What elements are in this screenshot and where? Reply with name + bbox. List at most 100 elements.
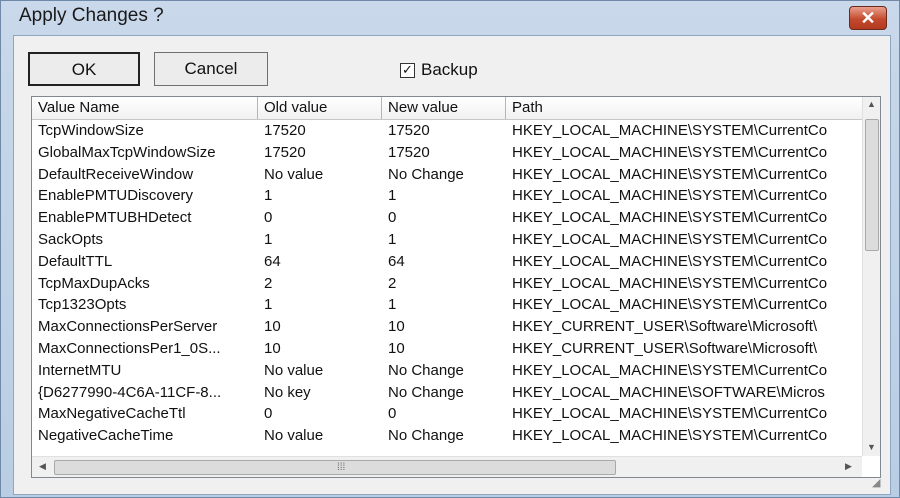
vertical-scrollbar[interactable]: ▲ ▼: [862, 97, 880, 456]
value-name-cell: InternetMTU: [38, 361, 122, 379]
new-value-cell: 2: [388, 274, 397, 292]
horizontal-scroll-thumb[interactable]: ⁞⁞⁞: [54, 460, 616, 475]
path-cell: HKEY_LOCAL_MACHINE\SYSTEM\CurrentCo: [512, 274, 828, 292]
table-row[interactable]: EnablePMTUDiscovery 1 1 HKEY_LOCAL_MACHINE\…: [32, 185, 862, 207]
path-cell: HKEY_LOCAL_MACHINE\SYSTEM\CurrentCo: [512, 252, 828, 270]
title-bar[interactable]: Apply Changes ? ✕: [1, 1, 899, 35]
old-value-cell: 10: [264, 340, 281, 357]
old-value-cell: 1: [264, 187, 273, 205]
table-row[interactable]: MaxConnectionsPerServer 10 10 HKEY_CURRENT_…: [32, 316, 862, 338]
path-cell: HKEY_LOCAL_MACHINE\SYSTEM\CurrentCo: [512, 361, 828, 379]
new-value-cell: 0: [388, 209, 397, 227]
table-row[interactable]: DefaultReceiveWindow No value No Change HKE…: [32, 164, 862, 186]
apply-changes-dialog: Apply Changes ? ✕ OK Cancel ✓ Backup Valu…: [0, 0, 900, 498]
value-name-cell: {D6277990-4C6A-11CF-8...: [38, 383, 222, 401]
old-value-cell: No key: [264, 383, 311, 401]
ok-button[interactable]: OK: [28, 52, 140, 86]
table-row[interactable]: InternetMTU No value No Change HKEY_LOCAL_M…: [32, 360, 862, 382]
old-value-cell: 0: [264, 209, 273, 227]
path-cell: HKEY_CURRENT_USER\Software\Microsoft\: [512, 340, 818, 357]
old-value-cell: No value: [264, 427, 324, 445]
table-row[interactable]: EnablePMTUBHDetect 0 0 HKEY_LOCAL_MACHINE\S…: [32, 207, 862, 229]
new-value-cell: No Change: [388, 165, 464, 183]
new-value-cell: 0: [388, 405, 397, 423]
table-row[interactable]: Tcp1323Opts 1 1 HKEY_LOCAL_MACHINE\SYSTEM\C…: [32, 294, 862, 316]
table-row[interactable]: TcpWindowSize 17520 17520 HKEY_LOCAL_MACHIN…: [32, 120, 862, 142]
horizontal-scrollbar[interactable]: ◀ ⁞⁞⁞ ▶: [32, 456, 862, 477]
path-cell: HKEY_LOCAL_MACHINE\SYSTEM\CurrentCo: [512, 122, 828, 139]
changes-list: Value Name Old value New value Path TcpW…: [31, 96, 881, 478]
old-value-cell: 64: [264, 252, 281, 270]
vertical-scroll-thumb[interactable]: [865, 119, 879, 251]
value-name-cell: MaxConnectionsPer1_0S...: [38, 340, 221, 357]
table-row[interactable]: SackOpts 1 1 HKEY_LOCAL_MACHINE\SYSTEM\Curr…: [32, 229, 862, 251]
value-name-cell: MaxNegativeCacheTtl: [38, 405, 186, 423]
close-button[interactable]: ✕: [849, 6, 887, 30]
new-value-cell: No Change: [388, 427, 464, 445]
table-row[interactable]: MaxNegativeCacheTtl 0 0 HKEY_LOCAL_MACHINE\…: [32, 403, 862, 425]
new-value-cell: 10: [388, 318, 405, 336]
value-name-cell: TcpMaxDupAcks: [38, 274, 150, 292]
table-row[interactable]: NegativeCacheTime No value No Change HKEY_L…: [32, 425, 862, 447]
old-value-cell: 17520: [264, 122, 306, 139]
cancel-button[interactable]: Cancel: [154, 52, 268, 86]
table-row[interactable]: {D6277990-4C6A-11CF-8... No key No Change H…: [32, 382, 862, 404]
path-cell: HKEY_LOCAL_MACHINE\SOFTWARE\Micros: [512, 383, 825, 401]
column-header-value-name[interactable]: Value Name: [32, 97, 258, 119]
path-cell: HKEY_LOCAL_MACHINE\SYSTEM\CurrentCo: [512, 143, 828, 161]
table-row[interactable]: MaxConnectionsPer1_0S... 10 10 HKEY_CURRENT…: [32, 338, 862, 360]
value-name-cell: SackOpts: [38, 231, 104, 248]
path-cell: HKEY_LOCAL_MACHINE\SYSTEM\CurrentCo: [512, 231, 828, 248]
path-cell: HKEY_LOCAL_MACHINE\SYSTEM\CurrentCo: [512, 427, 828, 445]
old-value-cell: 17520: [264, 143, 306, 161]
new-value-cell: 1: [388, 187, 397, 205]
path-cell: HKEY_LOCAL_MACHINE\SYSTEM\CurrentCo: [512, 296, 828, 314]
new-value-cell: 1: [388, 296, 397, 314]
list-header: Value Name Old value New value Path: [32, 97, 862, 120]
new-value-cell: 10: [388, 340, 405, 357]
value-name-cell: Tcp1323Opts: [38, 296, 127, 314]
resize-grip-icon[interactable]: ◢: [872, 476, 888, 492]
new-value-cell: No Change: [388, 383, 464, 401]
column-header-new-value[interactable]: New value: [382, 97, 506, 119]
value-name-cell: NegativeCacheTime: [38, 427, 174, 445]
close-icon: ✕: [860, 8, 876, 28]
value-name-cell: EnablePMTUBHDetect: [38, 209, 192, 227]
table-row[interactable]: TcpMaxDupAcks 2 2 HKEY_LOCAL_MACHINE\SYSTEM…: [32, 273, 862, 295]
path-cell: HKEY_LOCAL_MACHINE\SYSTEM\CurrentCo: [512, 209, 828, 227]
old-value-cell: 10: [264, 318, 281, 336]
dialog-body: OK Cancel ✓ Backup Value Name Old value N…: [13, 35, 891, 495]
grip-icon: ⁞⁞⁞: [337, 462, 346, 473]
value-name-cell: EnablePMTUDiscovery: [38, 187, 194, 205]
new-value-cell: 17520: [388, 122, 430, 139]
checkmark-icon: ✓: [402, 62, 413, 78]
table-row[interactable]: GlobalMaxTcpWindowSize 17520 17520 HKEY_LOC…: [32, 142, 862, 164]
scroll-right-icon[interactable]: ▶: [840, 461, 857, 472]
column-header-path[interactable]: Path: [506, 97, 862, 119]
new-value-cell: No Change: [388, 361, 464, 379]
value-name-cell: TcpWindowSize: [38, 122, 144, 139]
old-value-cell: No value: [264, 361, 324, 379]
backup-checkbox[interactable]: ✓: [400, 62, 415, 79]
old-value-cell: No value: [264, 165, 324, 183]
new-value-cell: 17520: [388, 143, 430, 161]
old-value-cell: 1: [264, 296, 273, 314]
value-name-cell: DefaultTTL: [38, 252, 113, 270]
old-value-cell: 2: [264, 274, 273, 292]
path-cell: HKEY_CURRENT_USER\Software\Microsoft\: [512, 318, 818, 336]
value-name-cell: MaxConnectionsPerServer: [38, 318, 218, 336]
value-name-cell: GlobalMaxTcpWindowSize: [38, 143, 216, 161]
path-cell: HKEY_LOCAL_MACHINE\SYSTEM\CurrentCo: [512, 165, 828, 183]
backup-option[interactable]: ✓ Backup: [400, 60, 478, 80]
column-header-old-value[interactable]: Old value: [258, 97, 382, 119]
path-cell: HKEY_LOCAL_MACHINE\SYSTEM\CurrentCo: [512, 187, 828, 205]
new-value-cell: 1: [388, 231, 397, 248]
table-row[interactable]: DefaultTTL 64 64 HKEY_LOCAL_MACHINE\SYSTEM\…: [32, 251, 862, 273]
path-cell: HKEY_LOCAL_MACHINE\SYSTEM\CurrentCo: [512, 405, 828, 423]
scroll-down-icon[interactable]: ▼: [863, 442, 880, 452]
new-value-cell: 64: [388, 252, 405, 270]
old-value-cell: 1: [264, 231, 273, 248]
scroll-up-icon[interactable]: ▲: [863, 99, 880, 109]
scroll-left-icon[interactable]: ◀: [34, 461, 51, 472]
window-title: Apply Changes ?: [19, 5, 164, 26]
